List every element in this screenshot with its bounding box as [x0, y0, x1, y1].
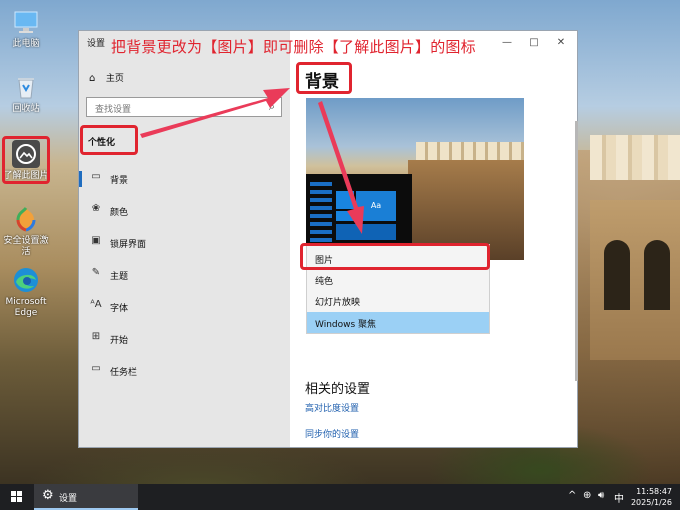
gear-icon: ⚙: [42, 488, 54, 503]
arrow-to-heading: [140, 88, 290, 138]
windows-logo-icon: [11, 497, 16, 502]
ime-indicator[interactable]: 中: [614, 490, 624, 505]
volume-icon[interactable]: 🔊︎: [598, 490, 604, 501]
taskbar-app-label: 设置: [59, 494, 78, 504]
taskbar: ⚙ 设置 ^ ⊕ 🔊︎ 中 11:58:47 2025/1/26: [0, 484, 680, 510]
clock-time: 11:58:47: [636, 487, 672, 496]
windows-logo-icon: [17, 497, 22, 502]
taskbar-clock[interactable]: 11:58:47 2025/1/26: [624, 486, 672, 508]
clock-date: 2025/1/26: [630, 498, 672, 507]
taskbar-app-settings[interactable]: ⚙ 设置: [34, 484, 138, 510]
windows-logo-icon: [17, 491, 22, 496]
windows-logo-icon: [11, 491, 16, 496]
annotation-arrows: [140, 88, 364, 234]
tray-chevron-icon[interactable]: ^: [568, 490, 576, 501]
arrow-to-picture-option: [318, 101, 364, 234]
network-icon[interactable]: ⊕: [583, 490, 591, 501]
start-button[interactable]: [0, 484, 34, 510]
